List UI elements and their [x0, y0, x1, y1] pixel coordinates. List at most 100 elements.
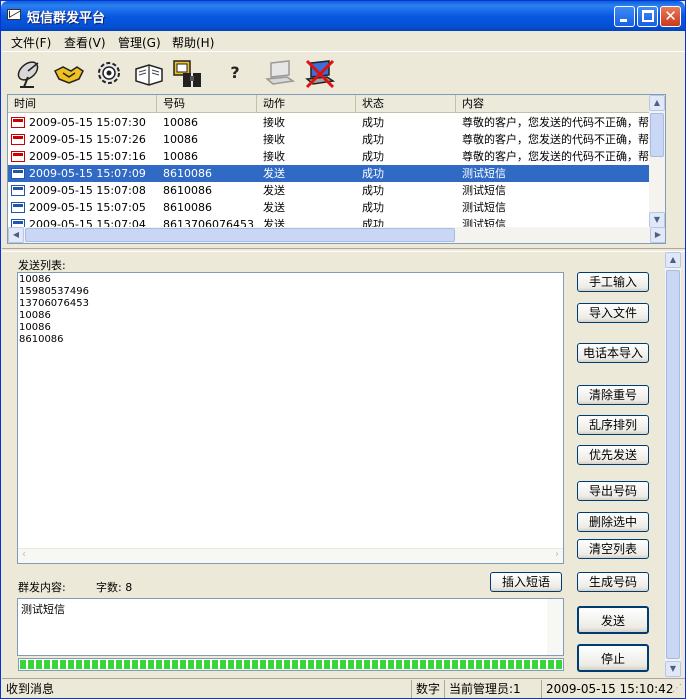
- list-item[interactable]: 10086: [19, 322, 89, 334]
- menu-manage[interactable]: 管理(G): [118, 34, 161, 51]
- scroll-down-button[interactable]: ▼: [649, 212, 665, 228]
- cell-time: 2009-05-15 15:07:30: [29, 116, 146, 129]
- panel-scroll-up-button[interactable]: ▲: [665, 252, 681, 268]
- cell-number: 10086: [163, 133, 198, 146]
- table-row[interactable]: 2009-05-15 15:07:30 10086 接收 成功 尊敬的客户，您发送的代码…: [8, 114, 665, 131]
- cell-number: 8610086: [163, 201, 212, 214]
- list-item[interactable]: 8610086: [19, 334, 89, 346]
- minimize-button[interactable]: [614, 6, 635, 27]
- maximize-icon: [642, 10, 654, 22]
- col-status[interactable]: 状态: [356, 95, 456, 113]
- close-button[interactable]: ✕: [660, 6, 681, 27]
- clear-list-button[interactable]: 清空列表: [577, 539, 649, 559]
- status-bar: 收到消息 数字 当前管理员:1 2009-05-15 15:10:42 ⋰: [2, 678, 685, 698]
- status-time: 2009-05-15 15:10:42: [541, 680, 673, 698]
- send-list-hscroll[interactable]: ‹ ›: [18, 548, 563, 563]
- scroll-left-button[interactable]: ◀: [8, 227, 24, 243]
- manual-input-button[interactable]: 手工输入: [577, 272, 649, 292]
- remove-duplicates-button[interactable]: 清除重号: [577, 385, 649, 405]
- status-admin: 当前管理员:1: [444, 680, 540, 698]
- cell-time: 2009-05-15 15:07:26: [29, 133, 146, 146]
- stop-button[interactable]: 停止: [577, 644, 649, 672]
- scroll-right-button[interactable]: ▶: [650, 227, 665, 243]
- status-message: 收到消息: [6, 682, 55, 696]
- panel-scroll-down-button[interactable]: ▼: [665, 661, 681, 677]
- cell-time: 2009-05-15 15:07:08: [29, 184, 146, 197]
- send-list-label: 发送列表:: [18, 259, 66, 272]
- tool-handshake[interactable]: [51, 55, 87, 91]
- tool-book[interactable]: [131, 55, 167, 91]
- tool-connect[interactable]: [261, 55, 297, 91]
- cell-content: 测试短信: [462, 201, 506, 214]
- list-header: 时间 号码 动作 状态 内容: [8, 95, 665, 113]
- list-horizontal-scrollbar[interactable]: ◀ ▶: [8, 227, 665, 243]
- list-vertical-scrollbar[interactable]: ▲ ▼: [649, 95, 665, 228]
- message-log-list[interactable]: 时间 号码 动作 状态 内容 2009-05-15 15:07:30 10086 接…: [7, 94, 666, 244]
- cell-action: 发送: [263, 167, 285, 180]
- col-action[interactable]: 动作: [257, 95, 356, 113]
- list-rows: 2009-05-15 15:07:30 10086 接收 成功 尊敬的客户，您发送的代码…: [8, 114, 665, 233]
- delete-selected-button[interactable]: 删除选中: [577, 512, 649, 532]
- panel-vertical-scrollbar[interactable]: ▲ ▼: [665, 252, 681, 677]
- cell-number: 10086: [163, 150, 198, 163]
- menu-file[interactable]: 文件(F): [11, 34, 51, 51]
- list-item[interactable]: 15980537496: [19, 286, 89, 298]
- tool-settings[interactable]: [91, 55, 127, 91]
- scroll-up-button[interactable]: ▲: [649, 95, 665, 111]
- export-numbers-button[interactable]: 导出号码: [577, 481, 649, 501]
- sent-message-icon: [11, 168, 25, 179]
- phonebook-import-button[interactable]: 电话本导入: [577, 343, 649, 363]
- hscroll-thumb[interactable]: [25, 228, 455, 242]
- panel-scroll-thumb[interactable]: [666, 270, 680, 659]
- panel-splitter[interactable]: [2, 248, 685, 252]
- insert-phrase-button[interactable]: 插入短语: [490, 572, 562, 592]
- import-file-button[interactable]: 导入文件: [577, 303, 649, 323]
- scroll-thumb[interactable]: [650, 113, 664, 157]
- content-vscroll[interactable]: [547, 599, 563, 655]
- table-row[interactable]: 2009-05-15 15:07:08 8610086 发送 成功 测试短信: [8, 182, 665, 199]
- tool-help[interactable]: ?: [217, 55, 253, 91]
- cell-content: 尊敬的客户，您发送的代码不正确，帮: [462, 133, 649, 146]
- cell-action: 接收: [263, 133, 285, 146]
- cell-action: 发送: [263, 201, 285, 214]
- generate-numbers-button[interactable]: 生成号码: [577, 572, 649, 592]
- tool-satellite[interactable]: [12, 55, 48, 91]
- shuffle-button[interactable]: 乱序排列: [577, 415, 649, 435]
- contacts-icon: [173, 60, 201, 87]
- title-bar[interactable]: 短信群发平台 ✕: [1, 1, 685, 31]
- cell-number: 8610086: [163, 184, 212, 197]
- table-row[interactable]: 2009-05-15 15:07:26 10086 接收 成功 尊敬的客户，您发送的代码…: [8, 131, 665, 148]
- resize-grip-icon[interactable]: ⋰: [672, 683, 682, 694]
- table-row[interactable]: 2009-05-15 15:07:16 10086 接收 成功 尊敬的客户，您发送的代码…: [8, 148, 665, 165]
- char-count: 字数: 8: [96, 581, 133, 594]
- cell-action: 接收: [263, 150, 285, 163]
- menu-help[interactable]: 帮助(H): [172, 34, 214, 51]
- send-button[interactable]: 发送: [577, 606, 649, 634]
- received-message-icon: [11, 151, 25, 162]
- cell-content: 尊敬的客户，您发送的代码不正确，帮: [462, 116, 649, 129]
- send-number-list: 10086 15980537496 13706076453 10086 10086 861…: [19, 274, 89, 346]
- list-item[interactable]: 10086: [19, 274, 89, 286]
- menu-view[interactable]: 查看(V): [64, 34, 106, 51]
- tool-disconnect[interactable]: [301, 55, 337, 91]
- cell-content: 测试短信: [462, 167, 506, 180]
- cell-time: 2009-05-15 15:07:16: [29, 150, 146, 163]
- tool-contacts[interactable]: [169, 55, 205, 91]
- laptop-icon: [265, 60, 296, 85]
- content-textarea[interactable]: 测试短信: [17, 598, 564, 656]
- send-list-box[interactable]: ‹ ›: [17, 272, 564, 564]
- priority-send-button[interactable]: 优先发送: [577, 445, 649, 465]
- col-number[interactable]: 号码: [157, 95, 257, 113]
- table-row[interactable]: 2009-05-15 15:07:09 8610086 发送 成功 测试短信: [8, 165, 665, 182]
- list-item[interactable]: 10086: [19, 310, 89, 322]
- table-row[interactable]: 2009-05-15 15:07:05 8610086 发送 成功 测试短信: [8, 199, 665, 216]
- cell-content: 尊敬的客户，您发送的代码不正确，帮: [462, 150, 649, 163]
- scroll-right-icon: ›: [555, 549, 559, 560]
- col-time[interactable]: 时间: [8, 95, 157, 113]
- cell-action: 发送: [263, 184, 285, 197]
- cell-content: 测试短信: [462, 184, 506, 197]
- cell-action: 接收: [263, 116, 285, 129]
- col-content[interactable]: 内容: [456, 95, 665, 113]
- list-item[interactable]: 13706076453: [19, 298, 89, 310]
- maximize-button[interactable]: [637, 6, 658, 27]
